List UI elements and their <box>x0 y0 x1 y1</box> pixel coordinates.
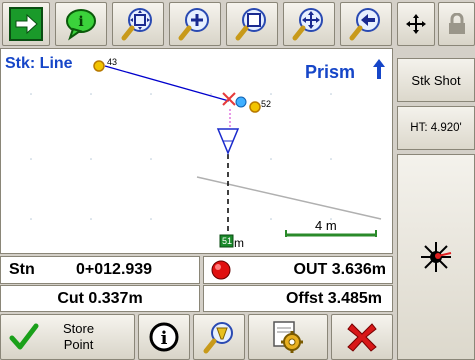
svg-text:i: i <box>78 14 83 30</box>
gear-icon <box>273 321 303 353</box>
store-point-button[interactable]: Store Point <box>0 314 135 360</box>
prism-position-icon <box>235 96 247 108</box>
point-51-unit: m <box>234 236 244 250</box>
store-line-1: Store <box>63 321 95 336</box>
close-icon <box>347 323 377 352</box>
zoom-extents-icon <box>121 8 152 41</box>
target-label: Prism <box>305 62 356 82</box>
move-cross-icon <box>406 14 426 34</box>
search-point-button[interactable] <box>193 314 245 360</box>
target-cross-icon <box>222 92 236 106</box>
station-label: Stn <box>9 261 35 278</box>
cut-row: Cut 0.337m <box>0 285 200 312</box>
pan-button[interactable] <box>283 2 335 46</box>
point-label-43: 43 <box>107 57 118 67</box>
store-point-label: Store Point <box>63 321 94 353</box>
height-button[interactable]: HT: 4.920' <box>397 106 475 150</box>
point-52-icon <box>249 101 261 113</box>
up-arrow-icon <box>373 59 385 79</box>
cut-value: Cut 0.337m <box>57 289 143 307</box>
checkmark-icon <box>9 323 39 350</box>
close-button[interactable] <box>331 314 393 360</box>
zoom-in-button[interactable] <box>169 2 221 46</box>
details-button[interactable]: i <box>138 314 190 360</box>
point-43-icon <box>93 60 105 72</box>
stake-line <box>104 65 230 102</box>
grid-dots <box>30 93 332 220</box>
station-value: 0+012.939 <box>76 261 153 278</box>
go-button[interactable] <box>2 2 50 46</box>
lock-button[interactable] <box>438 2 475 46</box>
status-dot-icon <box>211 260 231 280</box>
laser-button[interactable] <box>397 154 475 360</box>
point-label-52: 52 <box>261 99 272 109</box>
scale-label: 4 m <box>315 218 337 233</box>
zoom-in-icon <box>178 8 209 41</box>
settings-button[interactable] <box>248 314 328 360</box>
zoom-previous-button[interactable] <box>340 2 392 46</box>
magnifier-cone-icon <box>203 322 233 354</box>
laser-icon <box>421 242 452 272</box>
zoom-previous-icon <box>349 8 380 41</box>
offset-value: Offst 3.485m <box>285 289 382 307</box>
move-button[interactable] <box>397 2 435 46</box>
lock-icon <box>448 13 465 34</box>
zoom-window-icon <box>235 8 266 41</box>
info-circle-icon: i <box>149 322 179 352</box>
info-bubble-icon: i <box>66 9 96 41</box>
svg-text:i: i <box>161 328 168 349</box>
map-view[interactable]: Stk: Line Prism 43 52 51 m 4 m <box>0 48 393 254</box>
stake-shot-label: Stk Shot <box>411 72 461 88</box>
info-button[interactable]: i <box>55 2 107 46</box>
go-arrow-icon <box>9 7 43 41</box>
out-row: OUT 3.636m <box>203 256 393 284</box>
store-line-2: Point <box>63 337 94 352</box>
offset-row: Offst 3.485m <box>203 285 393 312</box>
point-label-51: 51 <box>222 236 233 246</box>
pan-icon <box>292 8 323 41</box>
zoom-extents-button[interactable] <box>112 2 164 46</box>
stake-shot-button[interactable]: Stk Shot <box>397 58 475 102</box>
map-title: Stk: Line <box>5 55 73 72</box>
zoom-window-button[interactable] <box>226 2 278 46</box>
height-label: HT: 4.920' <box>410 122 462 134</box>
out-value: OUT 3.636m <box>293 261 386 278</box>
reference-line <box>196 176 382 220</box>
station-row: Stn 0+012.939 <box>0 256 200 284</box>
